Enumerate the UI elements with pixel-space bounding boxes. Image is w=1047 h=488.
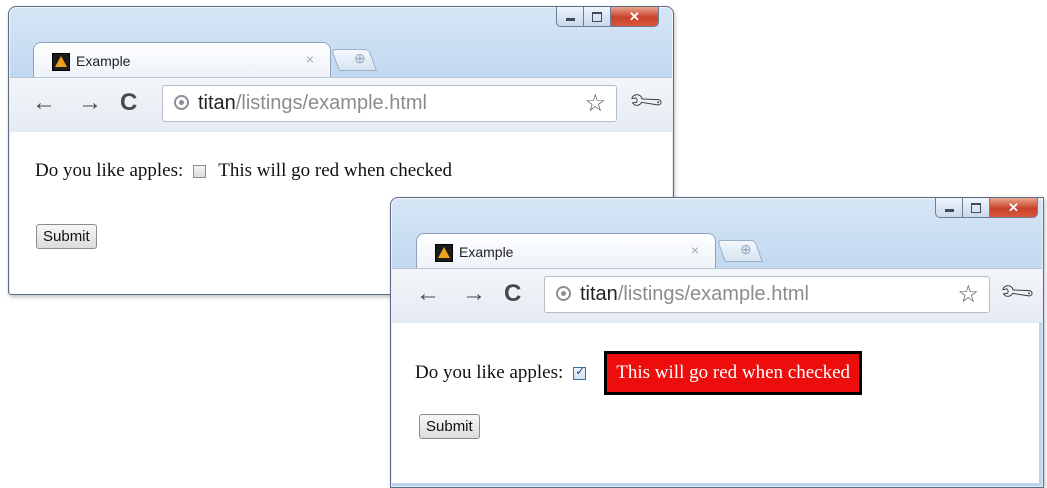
navigation-toolbar: ← → C titan/listings/example.html ☆ 🔧︎ bbox=[10, 77, 672, 133]
apples-row: Do you like apples: This will go red whe… bbox=[35, 160, 452, 182]
forward-arrow-icon[interactable]: → bbox=[78, 89, 102, 117]
maximize-icon bbox=[592, 11, 602, 22]
close-window-button[interactable]: ✕ bbox=[611, 7, 659, 27]
address-bar[interactable]: titan/listings/example.html ☆ bbox=[162, 85, 617, 122]
apples-question-label: Do you like apples: bbox=[415, 362, 564, 383]
minimize-icon bbox=[944, 209, 954, 212]
wrench-icon[interactable]: 🔧︎ bbox=[625, 81, 667, 123]
favicon-icon bbox=[52, 53, 70, 71]
apples-checkbox[interactable] bbox=[193, 164, 207, 178]
apples-row: Do you like apples: This will go red whe… bbox=[415, 351, 863, 395]
address-bar[interactable]: titan/listings/example.html ☆ bbox=[544, 276, 990, 313]
apples-checkbox[interactable] bbox=[573, 364, 587, 380]
browser-window-checked: ✕ Example × ⊕ ← → C titan/listings/examp… bbox=[390, 197, 1044, 488]
navigation-toolbar: ← → C titan/listings/example.html ☆ 🔧︎ bbox=[392, 268, 1042, 324]
favicon-icon bbox=[435, 244, 453, 262]
tab-title: Example bbox=[459, 244, 514, 260]
submit-button[interactable]: Submit bbox=[36, 224, 97, 249]
url-host: titan bbox=[198, 92, 236, 114]
maximize-button[interactable] bbox=[963, 198, 990, 218]
tab-example[interactable]: Example × bbox=[416, 233, 716, 269]
minimize-icon bbox=[565, 18, 575, 21]
forward-arrow-icon[interactable]: → bbox=[462, 280, 486, 308]
back-arrow-icon[interactable]: ← bbox=[416, 280, 440, 308]
tab-close-icon[interactable]: × bbox=[306, 51, 314, 67]
reload-icon[interactable]: C bbox=[504, 280, 521, 308]
wrench-icon[interactable]: 🔧︎ bbox=[996, 272, 1038, 314]
window-caption-buttons: ✕ bbox=[935, 198, 1038, 220]
tab-strip: Example × ⊕ bbox=[9, 37, 673, 78]
url-host: titan bbox=[580, 283, 618, 305]
tab-close-icon[interactable]: × bbox=[691, 242, 699, 258]
new-tab-icon: ⊕ bbox=[740, 241, 752, 257]
apples-question-label: Do you like apples: bbox=[35, 160, 184, 181]
reload-icon[interactable]: C bbox=[120, 89, 137, 117]
url-path: /listings/example.html bbox=[235, 92, 427, 114]
url-text[interactable]: titan/listings/example.html bbox=[580, 283, 809, 306]
star-icon[interactable]: ☆ bbox=[584, 89, 606, 118]
tab-strip: Example × ⊕ bbox=[391, 228, 1043, 269]
page-content: Do you like apples: This will go red whe… bbox=[392, 323, 1039, 483]
url-text[interactable]: titan/listings/example.html bbox=[198, 92, 427, 115]
close-window-button[interactable]: ✕ bbox=[990, 198, 1038, 218]
back-arrow-icon[interactable]: ← bbox=[32, 89, 56, 117]
globe-icon bbox=[556, 286, 571, 301]
new-tab-icon: ⊕ bbox=[354, 50, 366, 66]
close-icon: ✕ bbox=[1008, 199, 1019, 215]
url-path: /listings/example.html bbox=[617, 283, 809, 305]
minimize-button[interactable] bbox=[556, 7, 584, 27]
submit-button[interactable]: Submit bbox=[419, 414, 480, 439]
window-caption-buttons: ✕ bbox=[556, 7, 659, 29]
globe-icon bbox=[174, 95, 189, 110]
tab-title: Example bbox=[76, 53, 131, 69]
star-icon[interactable]: ☆ bbox=[957, 280, 979, 309]
maximize-button[interactable] bbox=[584, 7, 611, 27]
note-label: This will go red when checked bbox=[218, 160, 453, 181]
maximize-icon bbox=[971, 202, 981, 213]
note-label-highlighted: This will go red when checked bbox=[604, 351, 863, 395]
tab-example[interactable]: Example × bbox=[33, 42, 331, 78]
close-icon: ✕ bbox=[629, 8, 640, 24]
minimize-button[interactable] bbox=[935, 198, 963, 218]
